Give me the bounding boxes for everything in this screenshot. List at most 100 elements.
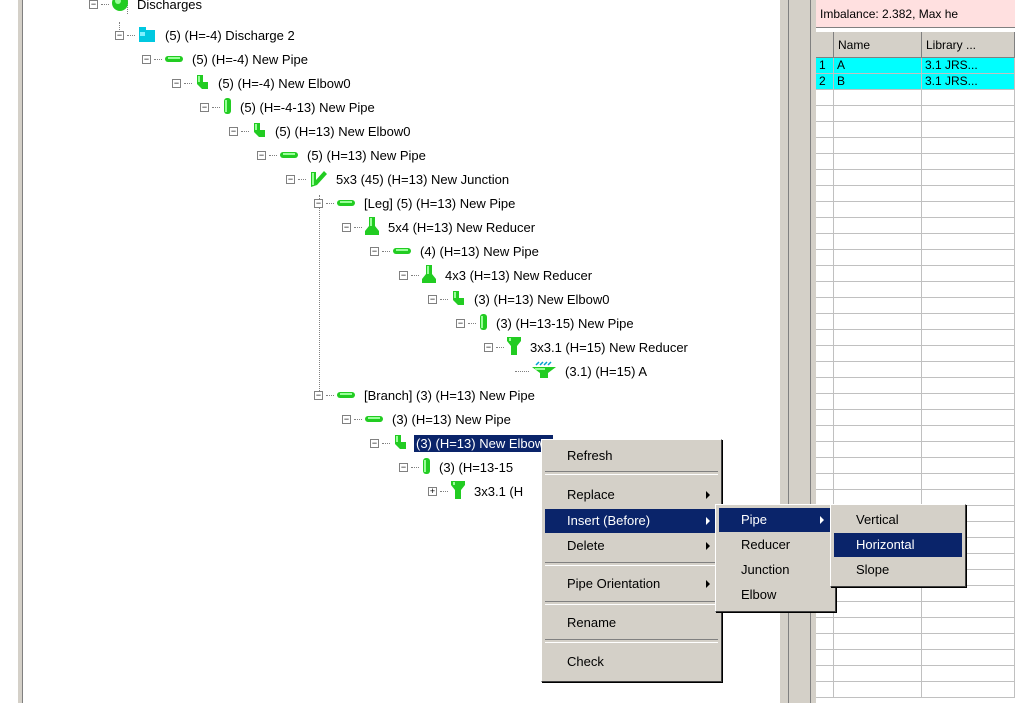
collapse-toggle[interactable]: − <box>370 246 379 256</box>
results-grid[interactable]: Name Library ... 1 A 3.1 JRS... 2 B 3.1 … <box>816 32 1015 703</box>
collapse-toggle[interactable]: − <box>399 270 408 280</box>
collapse-toggle[interactable]: − <box>370 438 379 448</box>
collapse-toggle[interactable]: − <box>428 294 437 304</box>
tree-node[interactable]: − (3) (H=13) New Elbow0 <box>428 288 611 310</box>
tree-node[interactable]: − (4) (H=13) New Pipe <box>370 240 541 262</box>
row-number[interactable]: 2 <box>816 74 834 90</box>
discharge-icon <box>137 25 157 46</box>
tree-node[interactable]: − (5) (H=13) New Pipe <box>257 144 428 166</box>
menu-item-delete[interactable]: Delete <box>545 534 718 558</box>
tree-node-label: 3x3.1 (H=15) New Reducer <box>530 339 688 355</box>
collapse-toggle[interactable]: − <box>257 150 266 160</box>
collapse-toggle[interactable]: − <box>484 342 493 352</box>
empty-grid-cell <box>922 266 1015 282</box>
menu-item-replace[interactable]: Replace <box>545 483 718 507</box>
tree-node[interactable]: − 5x3 (45) (H=13) New Junction <box>286 168 511 190</box>
menu-item-label: Delete <box>567 538 605 553</box>
column-header-name[interactable]: Name <box>834 32 922 58</box>
empty-grid-cell <box>922 602 1015 618</box>
empty-grid-cell <box>834 650 922 666</box>
tree-node[interactable]: − (3) (H=13-15 <box>399 456 515 478</box>
empty-grid-cell <box>834 122 922 138</box>
tree-node-label: (4) (H=13) New Pipe <box>420 243 539 259</box>
empty-grid-cell <box>834 266 922 282</box>
tree-node[interactable]: − (5) (H=-4-13) New Pipe <box>200 96 377 118</box>
grid-corner <box>816 32 834 58</box>
empty-grid-cell <box>834 314 922 330</box>
empty-grid-cell <box>834 298 922 314</box>
table-cell-name[interactable]: B <box>834 74 922 90</box>
empty-grid-cell <box>922 202 1015 218</box>
empty-grid-cell <box>816 314 834 330</box>
tree-connector <box>496 346 504 348</box>
empty-grid-cell <box>922 122 1015 138</box>
tree-node[interactable]: − (5) (H=-4) New Pipe <box>142 48 310 70</box>
collapse-toggle[interactable]: − <box>200 102 209 112</box>
tree-connector <box>326 202 334 204</box>
tree-node[interactable]: − [Branch] (3) (H=13) New Pipe <box>314 384 537 406</box>
empty-grid-cell <box>816 618 834 634</box>
tree-guide-line <box>319 195 320 395</box>
junction-icon <box>308 168 328 191</box>
tree-node[interactable]: − (5) (H=-4) Discharge 2 <box>115 24 297 46</box>
tree-connector <box>298 178 306 180</box>
tree-node[interactable]: − (3) (H=13-15) New Pipe <box>456 312 636 334</box>
discharges-icon <box>111 0 129 15</box>
tree-node[interactable]: − (3) (H=13) New Pipe <box>342 408 513 430</box>
collapse-toggle[interactable]: − <box>342 414 351 424</box>
tree-node[interactable]: − 3x3.1 (H=15) New Reducer <box>484 336 690 358</box>
collapse-toggle[interactable]: − <box>456 318 465 328</box>
tree-node[interactable]: − [Leg] (5) (H=13) New Pipe <box>314 192 517 214</box>
collapse-toggle[interactable]: − <box>89 0 98 9</box>
menu-item-insert-before[interactable]: Insert (Before) <box>545 509 718 533</box>
expand-toggle[interactable]: + <box>428 486 437 496</box>
collapse-toggle[interactable]: − <box>115 30 124 40</box>
table-cell-name[interactable]: A <box>834 58 922 74</box>
tree-node[interactable]: (3.1) (H=15) A <box>515 360 649 382</box>
menu-item-slope[interactable]: Slope <box>834 558 962 582</box>
menu-item-vertical[interactable]: Vertical <box>834 508 962 532</box>
collapse-toggle[interactable]: − <box>314 198 323 208</box>
tree-node-label: (5) (H=-4) New Elbow0 <box>218 75 351 91</box>
tree-connector <box>101 3 109 5</box>
empty-grid-cell <box>922 170 1015 186</box>
tree-node-label: [Leg] (5) (H=13) New Pipe <box>364 195 516 211</box>
elbow-icon <box>194 73 210 94</box>
submenu-arrow-icon <box>820 516 824 524</box>
menu-item-elbow[interactable]: Elbow <box>719 583 832 607</box>
tree-node[interactable]: − (5) (H=-4) New Elbow0 <box>172 72 353 94</box>
menu-item-rename[interactable]: Rename <box>545 611 718 635</box>
collapse-toggle[interactable]: − <box>172 78 181 88</box>
table-cell-library[interactable]: 3.1 JRS... <box>922 58 1015 74</box>
tree-node[interactable]: + 3x3.1 (H <box>428 480 525 502</box>
tree-node[interactable]: − 5x4 (H=13) New Reducer <box>342 216 537 238</box>
row-number[interactable]: 1 <box>816 58 834 74</box>
empty-grid-cell <box>834 138 922 154</box>
menu-item-junction[interactable]: Junction <box>719 558 832 582</box>
tree-node[interactable]: − (5) (H=13) New Elbow0 <box>229 120 412 142</box>
collapse-toggle[interactable]: − <box>314 390 323 400</box>
tree-node-selected[interactable]: − (3) (H=13) New Elbow0 <box>370 432 555 454</box>
tree-node-label: (5) (H=13) New Pipe <box>307 147 426 163</box>
vertical-pipe-icon <box>421 457 431 478</box>
collapse-toggle[interactable]: − <box>399 462 408 472</box>
collapse-toggle[interactable]: − <box>286 174 295 184</box>
tree-node[interactable]: − 4x3 (H=13) New Reducer <box>399 264 594 286</box>
collapse-toggle[interactable]: − <box>342 222 351 232</box>
menu-item-pipe-orientation[interactable]: Pipe Orientation <box>545 572 718 596</box>
menu-item-refresh[interactable]: Refresh <box>545 444 718 468</box>
tree-connector <box>382 442 390 444</box>
collapse-toggle[interactable]: − <box>229 126 238 136</box>
empty-grid-cell <box>816 410 834 426</box>
menu-item-reducer[interactable]: Reducer <box>719 533 832 557</box>
empty-grid-cell <box>816 330 834 346</box>
menu-item-horizontal[interactable]: Horizontal <box>834 533 962 557</box>
tree-node-discharges[interactable]: − Discharges <box>89 0 204 15</box>
table-cell-library[interactable]: 3.1 JRS... <box>922 74 1015 90</box>
insert-submenu: Pipe Reducer Junction Elbow <box>715 504 836 612</box>
column-header-library[interactable]: Library ... <box>922 32 1015 58</box>
empty-grid-cell <box>922 282 1015 298</box>
menu-item-check[interactable]: Check <box>545 650 718 674</box>
collapse-toggle[interactable]: − <box>142 54 151 64</box>
menu-item-pipe[interactable]: Pipe <box>719 508 832 532</box>
